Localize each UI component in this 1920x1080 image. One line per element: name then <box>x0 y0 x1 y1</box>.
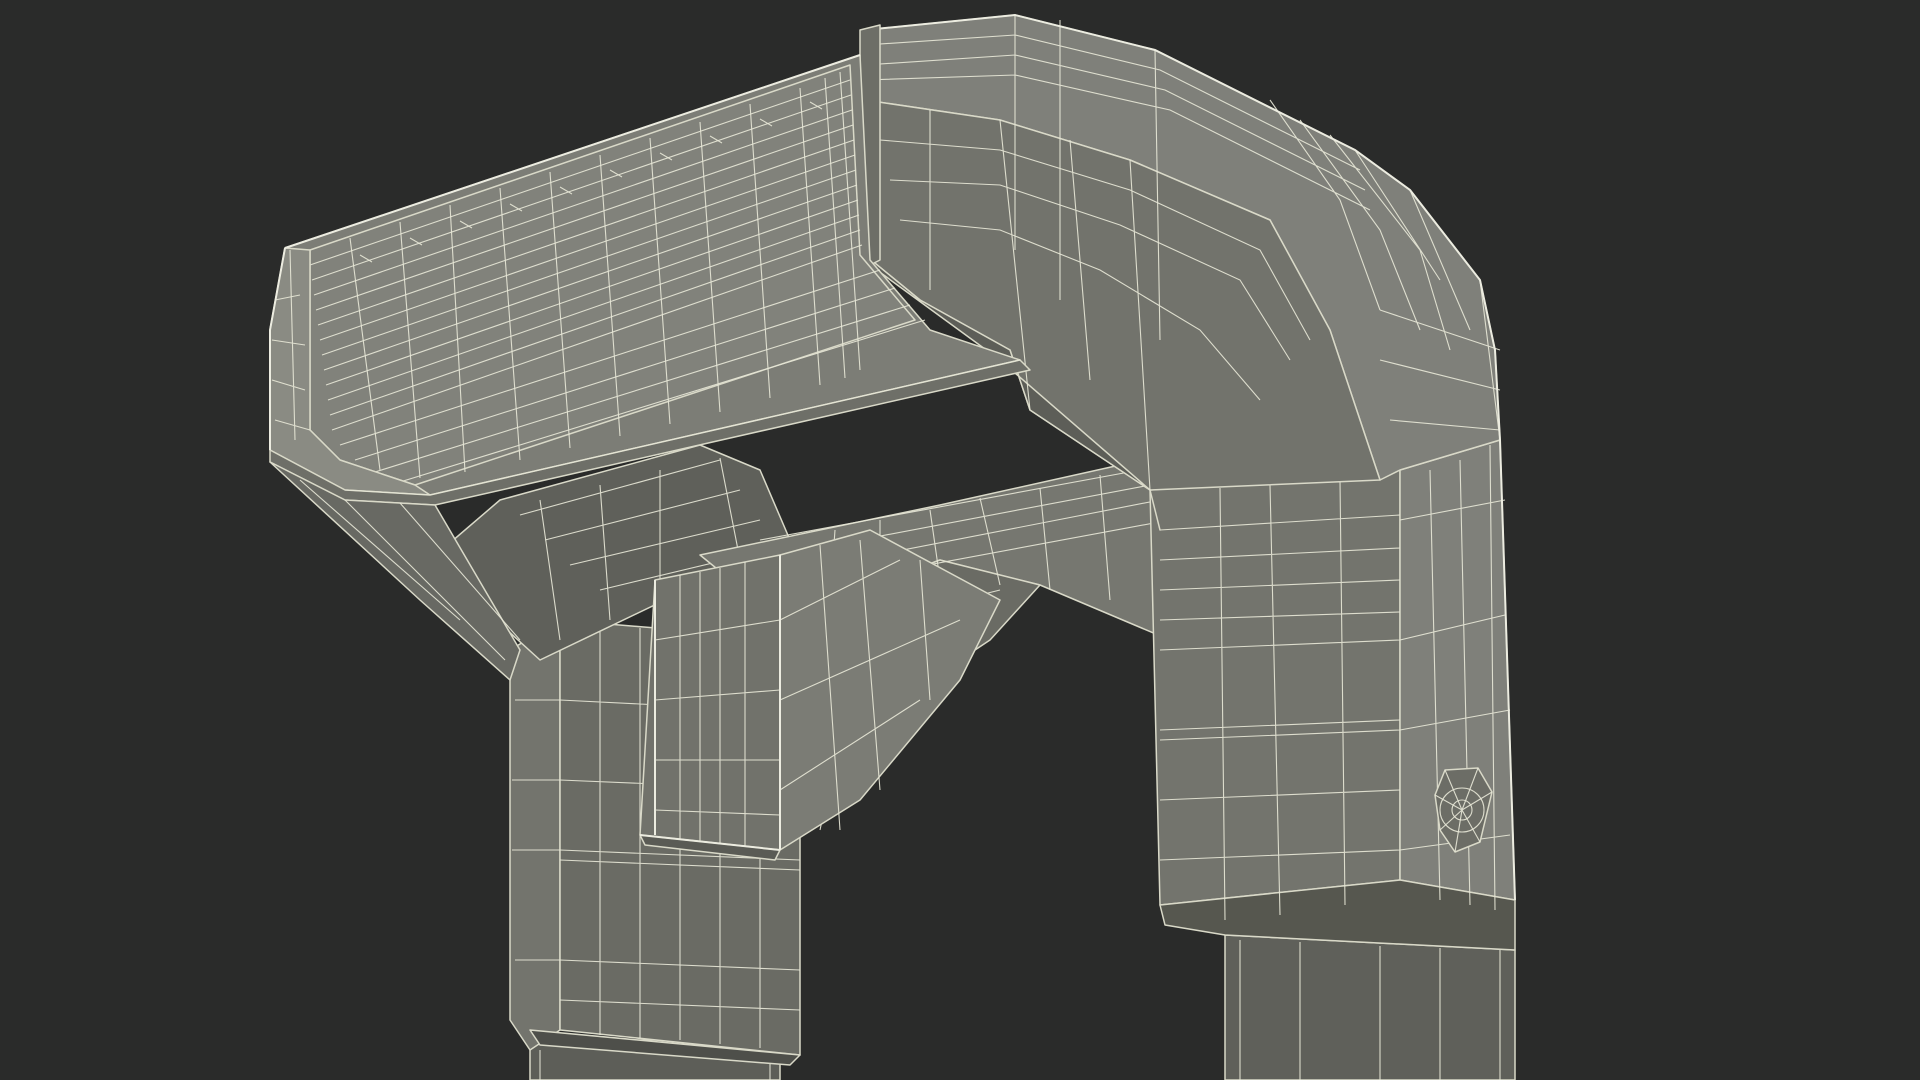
wireframe-model <box>269 13 1516 1080</box>
model-viewport[interactable] <box>0 0 1920 1080</box>
front-bracket <box>639 529 1001 861</box>
right-post <box>1149 439 1516 1080</box>
